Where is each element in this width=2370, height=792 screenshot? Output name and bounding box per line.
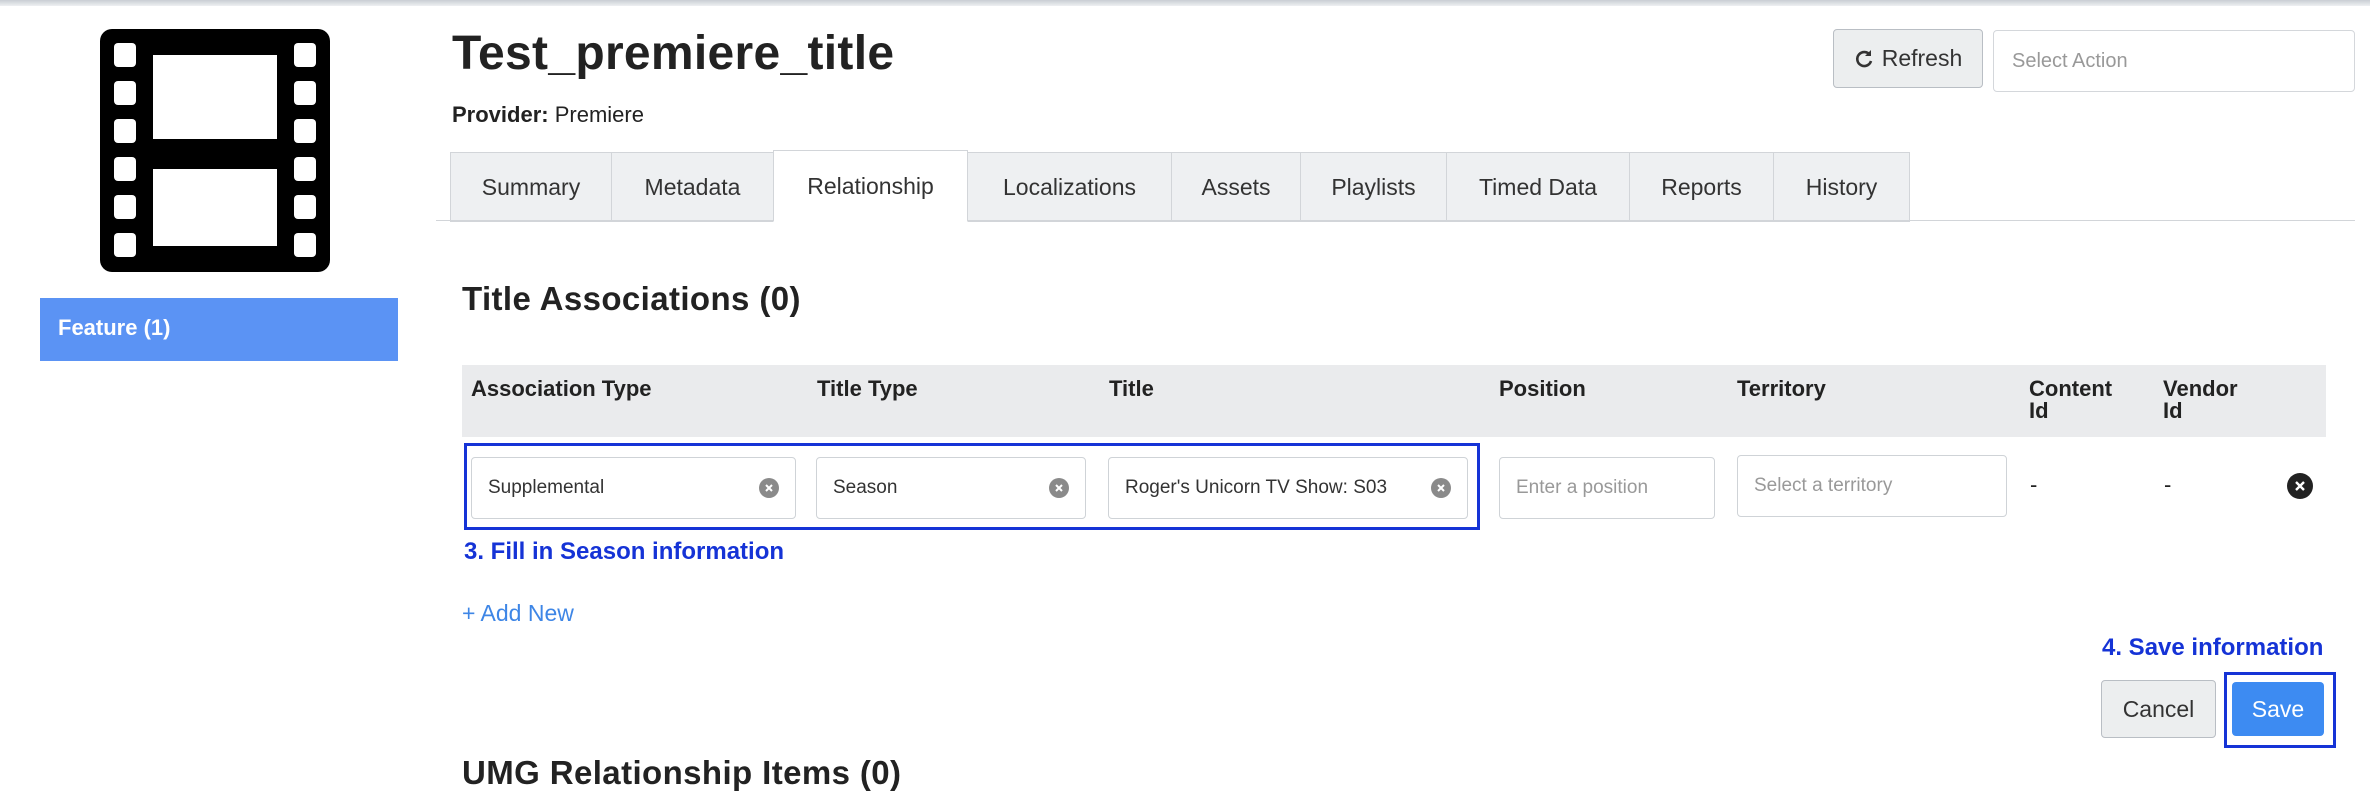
tabs-divider: [436, 220, 2355, 221]
column-header: Title: [1109, 376, 1154, 401]
cancel-button[interactable]: Cancel: [2101, 680, 2216, 738]
tab-summary[interactable]: Summary: [450, 152, 612, 222]
remove-row-icon[interactable]: [2287, 473, 2313, 499]
save-button[interactable]: Save: [2232, 682, 2324, 736]
tab-label: Localizations: [1003, 173, 1136, 200]
provider-value: Premiere: [554, 102, 644, 127]
table-header: Association Type Title Type Title Positi…: [462, 365, 2326, 437]
territory-select[interactable]: Select a territory: [1737, 455, 2007, 517]
column-header: Title Type: [817, 376, 918, 401]
position-input[interactable]: Enter a position: [1499, 457, 1715, 519]
add-new-link[interactable]: + Add New: [462, 600, 574, 627]
provider-label: Provider:: [452, 102, 549, 127]
select-action-placeholder: Select Action: [2012, 49, 2128, 72]
tab-label: Timed Data: [1478, 173, 1598, 200]
tab-label: History: [1805, 173, 1878, 200]
tab-localizations[interactable]: Localizations: [967, 152, 1172, 222]
annotation-highlight-fields: [464, 443, 1480, 530]
content-id-value: -: [2030, 472, 2038, 497]
tab-label: Reports: [1661, 173, 1742, 200]
tab-bar: Summary Metadata Relationship Localizati…: [450, 150, 1910, 222]
tab-label: Assets: [1201, 173, 1271, 200]
tab-assets[interactable]: Assets: [1171, 152, 1301, 222]
tab-label: Relationship: [807, 172, 934, 199]
refresh-label: Refresh: [1881, 45, 1963, 71]
film-strip-icon: [100, 29, 330, 272]
tab-reports[interactable]: Reports: [1629, 152, 1774, 222]
territory-placeholder: Select a territory: [1754, 475, 1893, 496]
sidebar-item-feature[interactable]: Feature (1): [40, 298, 398, 361]
section-title-associations: Title Associations (0): [462, 280, 801, 317]
top-border: [0, 0, 2370, 6]
section-title-umg-relationship: UMG Relationship Items (0): [462, 754, 902, 791]
tab-metadata[interactable]: Metadata: [611, 152, 774, 222]
column-header: Territory: [1737, 376, 1826, 401]
tab-timed-data[interactable]: Timed Data: [1446, 152, 1630, 222]
tab-label: Playlists: [1331, 173, 1416, 200]
column-header: Content Id: [2029, 376, 2113, 423]
position-placeholder: Enter a position: [1516, 477, 1649, 498]
refresh-button[interactable]: Refresh: [1833, 29, 1983, 88]
refresh-icon: [1855, 49, 1872, 67]
column-header: Position: [1499, 376, 1586, 401]
column-header: Association Type: [471, 376, 652, 401]
select-action-dropdown[interactable]: Select Action: [1993, 30, 2355, 92]
tab-playlists[interactable]: Playlists: [1300, 152, 1447, 222]
annotation-step4: 4. Save information: [2102, 634, 2324, 661]
provider-info: Provider: Premiere: [452, 102, 644, 128]
page-title: Test_premiere_title: [452, 27, 895, 80]
tab-relationship[interactable]: Relationship: [773, 150, 968, 222]
tab-label: Metadata: [644, 173, 741, 200]
tab-label: Summary: [481, 173, 581, 200]
tab-history[interactable]: History: [1773, 152, 1910, 222]
vendor-id-value: -: [2164, 472, 2172, 497]
annotation-step3: 3. Fill in Season information: [464, 538, 785, 565]
sidebar-item-label: Feature (1): [58, 315, 171, 340]
column-header: Vendor Id: [2163, 376, 2238, 423]
